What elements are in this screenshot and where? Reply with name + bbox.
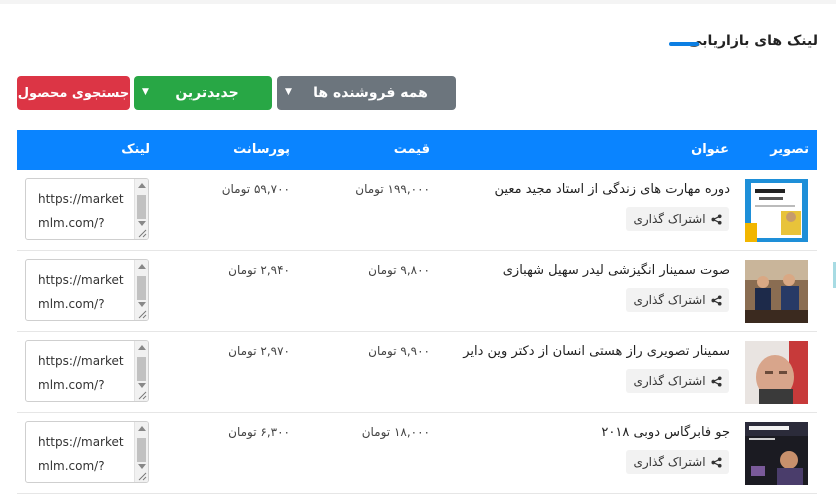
table-row: صوت سمینار انگیزشی لیدر سهیل شهبازی اشتر… [17,251,817,332]
product-price: ۹,۸۰۰ تومان [368,263,430,277]
resize-grip-icon[interactable] [137,228,147,238]
product-commission: ۲,۹۷۰ تومان [228,344,290,358]
product-thumbnail[interactable] [745,260,808,323]
product-title: دوره مهارت های زندگی از استاد مجید معین [494,182,730,197]
affiliate-link-text: https://marketmlm.com/? [38,273,124,311]
top-divider [0,0,836,4]
table-row: جو فابرگاس دوبی ۲۰۱۸ اشتراک گذاری ۱۸,۰۰۰… [17,413,817,494]
share-button[interactable]: اشتراک گذاری [626,207,729,231]
section-title: لینک های بازاریابی [688,33,818,49]
affiliate-link-textarea[interactable]: https://marketmlm.com/? [25,259,149,321]
affiliate-link-textarea[interactable]: https://marketmlm.com/? [25,340,149,402]
product-thumbnail[interactable] [745,179,808,242]
table-header: تصویر عنوان قیمت پورسانت لینک [17,130,817,170]
seller-select-value: همه فروشنده ها [313,85,428,101]
product-price: ۱۹۹,۰۰۰ تومان [355,182,430,196]
share-label: اشتراک گذاری [633,212,706,226]
header-link: لینک [121,142,150,157]
resize-grip-icon[interactable] [137,471,147,481]
affiliate-link-textarea[interactable]: https://marketmlm.com/? [25,421,149,483]
share-icon [710,294,722,306]
search-product-button[interactable]: جستجوی محصول [17,76,130,110]
resize-grip-icon[interactable] [137,390,147,400]
product-commission: ۵۹,۷۰۰ تومان [221,182,290,196]
share-icon [710,456,722,468]
share-button[interactable]: اشتراک گذاری [626,450,729,474]
share-label: اشتراک گذاری [633,293,706,307]
caret-down-icon: ▼ [142,87,149,97]
sort-select-value: جدیدترین [175,85,239,101]
resize-grip-icon[interactable] [137,309,147,319]
sort-select[interactable]: ▼ جدیدترین [134,76,272,110]
table-row: سمینار تصویری راز هستی انسان از دکتر وین… [17,332,817,413]
share-icon [710,375,722,387]
affiliate-link-text: https://marketmlm.com/? [38,192,124,230]
table-row: دوره مهارت های زندگی از استاد مجید معین … [17,170,817,251]
header-price: قیمت [393,142,430,157]
seller-select[interactable]: ▼ همه فروشنده ها [277,76,456,110]
product-commission: ۲,۹۴۰ تومان [228,263,290,277]
share-label: اشتراک گذاری [633,455,706,469]
share-label: اشتراک گذاری [633,374,706,388]
product-price: ۹,۹۰۰ تومان [368,344,430,358]
product-title: سمینار تصویری راز هستی انسان از دکتر وین… [463,344,730,359]
affiliate-link-text: https://marketmlm.com/? [38,354,124,392]
product-title: جو فابرگاس دوبی ۲۰۱۸ [601,425,730,440]
product-title: صوت سمینار انگیزشی لیدر سهیل شهبازی [502,263,730,278]
share-button[interactable]: اشتراک گذاری [626,288,729,312]
share-button[interactable]: اشتراک گذاری [626,369,729,393]
product-price: ۱۸,۰۰۰ تومان [361,425,430,439]
product-thumbnail[interactable] [745,341,808,404]
header-title: عنوان [691,142,729,157]
share-icon [710,213,722,225]
product-thumbnail[interactable] [745,422,808,485]
header-image: تصویر [770,142,809,157]
header-percent: پورسانت [233,142,290,157]
product-commission: ۶,۳۰۰ تومان [228,425,290,439]
caret-down-icon: ▼ [285,87,292,97]
affiliate-link-textarea[interactable]: https://marketmlm.com/? [25,178,149,240]
title-underline [669,42,699,46]
marketing-links-table: تصویر عنوان قیمت پورسانت لینک دوره مهارت… [17,130,817,494]
affiliate-link-text: https://marketmlm.com/? [38,435,124,473]
